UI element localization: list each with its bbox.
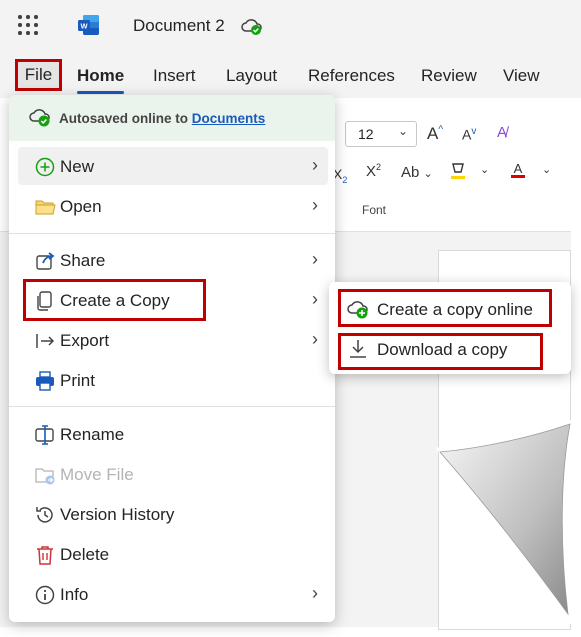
menu-item-rename[interactable]: Rename — [18, 415, 328, 453]
svg-text:A: A — [514, 161, 523, 176]
cloud-check-icon — [29, 109, 50, 127]
tab-references[interactable]: References — [308, 66, 395, 86]
chevron-right-icon: › — [312, 155, 318, 175]
file-menu: Autosaved online to Documents New › Open… — [9, 95, 335, 622]
ribbon-tabs: File Home Insert Layout References Revie… — [0, 52, 581, 98]
highlight-box-create-a-copy — [23, 279, 206, 321]
chevron-right-icon: › — [312, 289, 318, 309]
highlight-box-create-copy-online — [338, 289, 552, 327]
info-icon — [35, 585, 55, 605]
menu-item-move-file[interactable]: Move File — [18, 455, 328, 493]
tab-review[interactable]: Review — [421, 66, 477, 86]
menu-item-new[interactable]: New › — [18, 147, 328, 185]
title-bar: W Document 2 — [0, 0, 581, 52]
autosave-banner: Autosaved online to Documents — [9, 95, 335, 141]
menu-divider — [9, 406, 335, 407]
document-title[interactable]: Document 2 — [133, 16, 225, 36]
printer-icon — [36, 371, 54, 391]
menu-divider — [9, 233, 335, 234]
folder-icon — [35, 200, 56, 215]
grow-font-icon[interactable]: A^ — [427, 124, 443, 144]
tab-insert[interactable]: Insert — [153, 66, 196, 86]
rename-icon — [35, 425, 54, 445]
font-color-icon[interactable]: A — [509, 160, 527, 185]
chevron-right-icon: › — [312, 583, 318, 603]
font-size-select[interactable]: 12 ⌄ — [345, 121, 417, 147]
chevron-right-icon: › — [312, 195, 318, 215]
menu-item-version-history[interactable]: Version History — [18, 495, 328, 533]
menu-item-export[interactable]: Export › — [18, 321, 328, 359]
page-curl-decoration — [436, 418, 580, 624]
chevron-right-icon: › — [312, 249, 318, 269]
change-case-icon[interactable]: Ab ⌄ — [401, 164, 433, 181]
subscript-icon[interactable]: X2 — [333, 166, 347, 185]
cloud-check-icon[interactable] — [240, 16, 264, 36]
tab-file[interactable]: File — [15, 59, 62, 91]
tab-view[interactable]: View — [503, 66, 540, 86]
chevron-right-icon: › — [312, 329, 318, 349]
autosave-text: Autosaved online to — [59, 111, 189, 126]
superscript-icon[interactable]: X2 — [366, 162, 381, 180]
trash-icon — [37, 546, 53, 565]
shrink-font-icon[interactable]: Av — [462, 126, 476, 143]
font-color-dropdown-icon[interactable]: ⌄ — [542, 163, 551, 176]
history-icon — [36, 507, 53, 523]
svg-text:W: W — [80, 22, 88, 31]
font-group-label: Font — [362, 203, 387, 217]
plus-circle-icon — [35, 157, 55, 177]
menu-item-share[interactable]: Share › — [18, 241, 328, 279]
highlight-icon[interactable] — [449, 161, 467, 186]
tab-home[interactable]: Home — [77, 66, 125, 94]
highlight-box-download-copy — [338, 333, 543, 370]
share-icon — [36, 252, 55, 270]
export-icon — [36, 334, 55, 348]
menu-item-print[interactable]: Print — [18, 361, 328, 399]
documents-link[interactable]: Documents — [192, 111, 266, 126]
highlight-dropdown-icon[interactable]: ⌄ — [480, 163, 489, 176]
menu-item-open[interactable]: Open › — [18, 187, 328, 225]
waffle-grid-icon[interactable] — [18, 15, 38, 35]
menu-item-delete[interactable]: Delete — [18, 535, 328, 573]
clear-format-icon[interactable]: A̸ — [497, 124, 507, 141]
tab-layout[interactable]: Layout — [226, 66, 277, 86]
word-logo-icon[interactable]: W — [77, 13, 101, 37]
move-file-icon — [35, 468, 55, 485]
menu-item-info[interactable]: Info › — [18, 575, 328, 613]
